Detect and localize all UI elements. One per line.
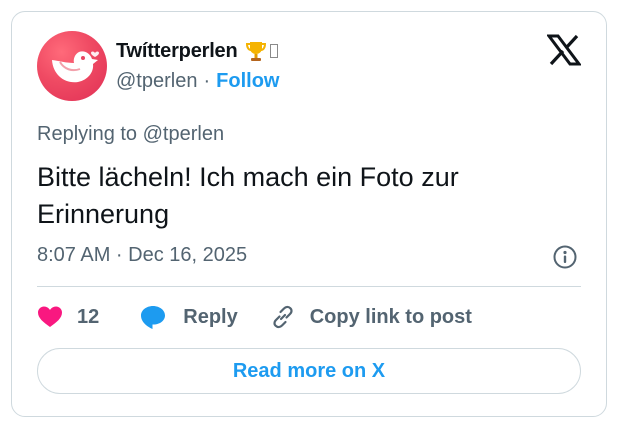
- missing-glyph-box: [269, 44, 278, 58]
- author-handle-row: @tperlen · Follow: [116, 70, 279, 93]
- reply-button[interactable]: Reply: [139, 304, 238, 330]
- like-count: 12: [77, 305, 100, 328]
- like-button[interactable]: 12: [37, 305, 99, 329]
- author-handle[interactable]: @tperlen: [116, 70, 197, 93]
- tweet-embed-card: Twítterperlen @tperlen · Follow Replying…: [11, 11, 607, 417]
- copy-link-label: Copy link to post: [309, 305, 472, 328]
- follow-link[interactable]: Follow: [216, 70, 279, 93]
- copy-link-button[interactable]: Copy link to post: [270, 304, 472, 330]
- author-display-name[interactable]: Twítterperlen: [116, 40, 238, 63]
- tweet-text: Bitte lächeln! Ich mach ein Foto zur Eri…: [37, 162, 459, 229]
- author-name-row: Twítterperlen: [116, 38, 278, 64]
- read-more-label: Read more on X: [232, 359, 386, 382]
- tweet-timestamp[interactable]: 8:07 AM · Dec 16, 2025: [37, 244, 247, 267]
- action-bar: 12 Reply Copy link to post: [37, 302, 472, 332]
- link-icon: [273, 305, 293, 329]
- heart-icon: [38, 306, 62, 327]
- author-avatar[interactable]: [37, 31, 107, 101]
- reply-label: Reply: [183, 305, 238, 328]
- trophy-icon: [245, 42, 266, 61]
- reply-context[interactable]: Replying to @tperlen: [37, 123, 224, 146]
- handle-separator: ·: [203, 70, 211, 92]
- read-more-button[interactable]: Read more on X: [37, 348, 581, 394]
- speech-bubble-icon: [141, 306, 166, 329]
- x-logo-icon[interactable]: [547, 34, 581, 66]
- bird-avatar-icon: [52, 51, 99, 83]
- info-icon[interactable]: [552, 244, 578, 270]
- divider: [37, 286, 581, 287]
